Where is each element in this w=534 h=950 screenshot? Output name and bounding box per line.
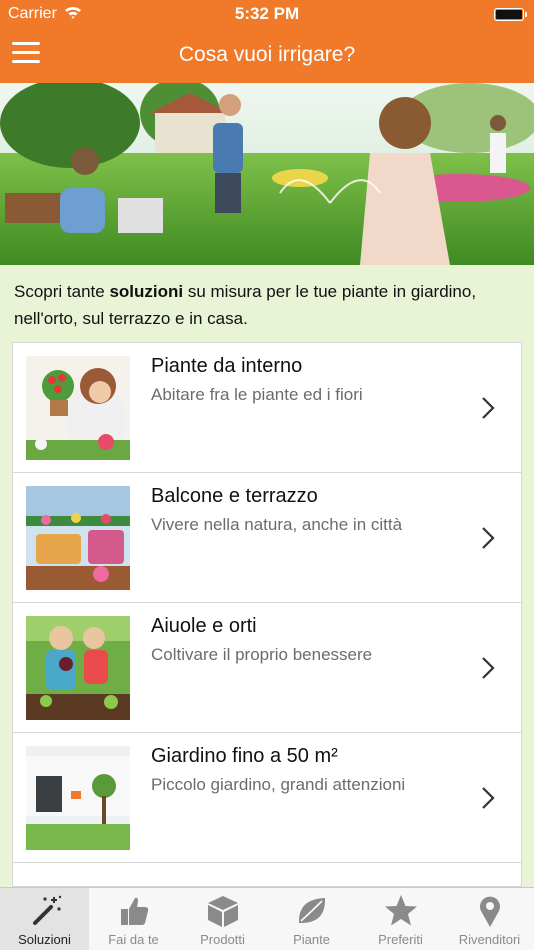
chevron-right-icon <box>482 787 495 809</box>
thumbnail-image <box>26 486 130 590</box>
solutions-list: Piante da interno Abitare fra le piante … <box>12 342 522 887</box>
leaf-icon <box>298 898 325 924</box>
hero-garden-image <box>0 83 534 265</box>
list-item-partial[interactable] <box>13 863 521 886</box>
tab-label: Soluzioni <box>18 932 71 947</box>
tab-label: Prodotti <box>200 932 245 947</box>
star-icon <box>384 895 417 926</box>
intro-bold: soluzioni <box>109 282 184 301</box>
item-subtitle: Piccolo giardino, grandi attenzioni <box>151 775 406 794</box>
list-item-giardino-fino-a-50-m2[interactable]: Giardino fino a 50 m² Piccolo giardino, … <box>13 733 521 863</box>
thumbnail-image <box>26 746 130 850</box>
list-item-balcone-e-terrazzo[interactable]: Balcone e terrazzo Vivere nella natura, … <box>13 473 521 603</box>
item-subtitle: Abitare fra le piante ed i fiori <box>151 385 363 404</box>
thumbnail-image <box>26 616 130 720</box>
nav-bar: Cosa vuoi irrigare? <box>0 28 534 83</box>
tab-preferiti[interactable]: Preferiti <box>356 888 445 950</box>
item-title: Piante da interno <box>151 355 303 377</box>
tab-prodotti[interactable]: Prodotti <box>178 888 267 950</box>
page-title: Cosa vuoi irrigare? <box>178 43 356 66</box>
tab-fai-da-te[interactable]: Fai da te <box>89 888 178 950</box>
chevron-right-icon <box>482 527 495 549</box>
chevron-right-icon <box>482 657 495 679</box>
list-item-piante-da-interno[interactable]: Piante da interno Abitare fra le piante … <box>13 343 521 473</box>
chevron-right-icon <box>482 397 495 419</box>
item-title: Giardino fino a 50 m² <box>151 745 338 767</box>
clock: 5:32 PM <box>234 4 300 23</box>
tab-piante[interactable]: Piante <box>267 888 356 950</box>
list-item-aiuole-e-orti[interactable]: Aiuole e orti Coltivare il proprio benes… <box>13 603 521 733</box>
tab-label: Piante <box>293 932 330 947</box>
tab-soluzioni[interactable]: Soluzioni <box>0 888 89 950</box>
box-icon <box>207 896 238 927</box>
magic-wand-icon <box>32 895 61 925</box>
item-title: Aiuole e orti <box>151 615 257 637</box>
intro-text: Scopri tante soluzioni su misura per le … <box>14 282 477 328</box>
item-title: Balcone e terrazzo <box>151 485 318 507</box>
tab-rivenditori[interactable]: Rivenditori <box>445 888 534 950</box>
item-subtitle: Vivere nella natura, anche in città <box>151 515 403 534</box>
tab-label: Preferiti <box>378 932 423 947</box>
item-subtitle: Coltivare il proprio benessere <box>151 645 373 664</box>
battery-icon <box>494 8 527 21</box>
thumbs-up-icon <box>120 897 148 925</box>
tab-label: Rivenditori <box>458 932 521 947</box>
status-bar: Carrier 5:32 PM <box>0 0 534 28</box>
tab-label: Fai da te <box>108 932 159 947</box>
tab-bar: Soluzioni Fai da te Prodotti Piante Pref… <box>0 887 534 950</box>
map-pin-icon <box>479 896 500 927</box>
thumbnail-image <box>26 356 130 460</box>
